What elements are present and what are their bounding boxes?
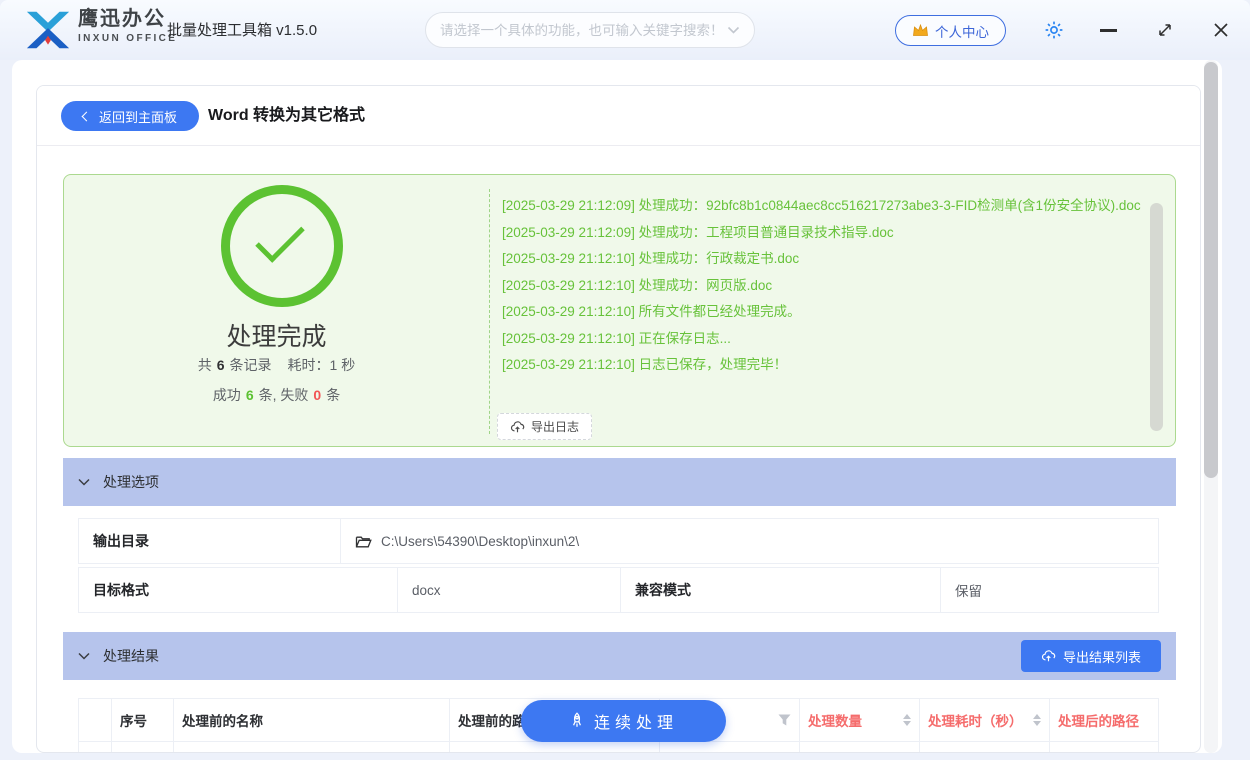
export-log-label: 导出日志	[531, 418, 579, 435]
log-line: [2025-03-29 21:12:10] 日志已保存，处理完毕！	[502, 352, 1147, 379]
log-line: [2025-03-29 21:12:10] 正在保存日志...	[502, 326, 1147, 353]
sort-carets-icon[interactable]	[1033, 714, 1041, 727]
log-line: [2025-03-29 21:12:10] 处理成功：行政裁定书.doc	[502, 246, 1147, 273]
log-line: [2025-03-29 21:12:10] 所有文件都已经处理完成。	[502, 299, 1147, 326]
col-process-time[interactable]: 处理耗时（秒）	[920, 699, 1050, 741]
page-title: Word 转换为其它格式	[208, 86, 365, 146]
brand-name: 鹰迅办公	[78, 9, 177, 29]
total-count: 6	[217, 357, 225, 373]
app-title: 批量处理工具箱 v1.5.0	[167, 0, 317, 62]
success-check-icon	[221, 185, 343, 307]
log-scrollbar-thumb[interactable]	[1150, 203, 1163, 431]
options-section-title: 处理选项	[103, 472, 159, 492]
format-options-row: 目标格式 docx 兼容模式 保留	[78, 567, 1159, 613]
minimize-button[interactable]	[1100, 29, 1117, 32]
export-result-list-button[interactable]: 导出结果列表	[1021, 640, 1161, 672]
chevron-down-icon	[727, 26, 740, 34]
main-content-card: 返回到主面板 Word 转换为其它格式 处理完成 共6条记录耗时：1 秒 成功6…	[12, 60, 1222, 753]
chevron-down-icon	[78, 652, 90, 660]
col-index: 序号	[112, 699, 174, 741]
compat-mode-label: 兼容模式	[621, 567, 941, 613]
maximize-button[interactable]	[1156, 21, 1174, 39]
results-section-header[interactable]: 处理结果 导出结果列表	[63, 632, 1176, 680]
status-title: 处理完成	[64, 317, 489, 353]
output-dir-label: 输出目录	[78, 518, 341, 564]
target-format-value[interactable]: docx	[398, 567, 621, 613]
back-button-label: 返回到主面板	[99, 107, 177, 126]
output-dir-path: C:\Users\54390\Desktop\inxun\2\	[381, 534, 579, 549]
brand-block: 鹰迅办公 INXUN OFFICE	[78, 9, 177, 44]
log-lines: [2025-03-29 21:12:09] 处理成功：92bfc8b1c0844…	[502, 193, 1147, 379]
fail-count: 0	[313, 387, 321, 403]
output-dir-value[interactable]: C:\Users\54390\Desktop\inxun\2\	[341, 518, 1159, 564]
log-line: [2025-03-29 21:12:09] 处理成功：工程项目普通目录技术指导.…	[502, 220, 1147, 247]
target-format-label: 目标格式	[78, 567, 398, 613]
back-to-dashboard-button[interactable]: 返回到主面板	[61, 101, 199, 131]
user-center-button[interactable]: 个人中心	[895, 15, 1006, 46]
success-count: 6	[246, 387, 254, 403]
crown-icon	[912, 24, 929, 37]
settings-gear-icon[interactable]	[1044, 20, 1064, 40]
compat-mode-value[interactable]: 保留	[941, 567, 1159, 613]
export-result-list-label: 导出结果列表	[1063, 647, 1141, 666]
col-process-count[interactable]: 处理数量	[800, 699, 920, 741]
log-line: [2025-03-29 21:12:09] 处理成功：92bfc8b1c0844…	[502, 193, 1147, 220]
user-center-label: 个人中心	[935, 21, 989, 41]
chevron-left-icon	[82, 112, 92, 122]
col-name-before: 处理前的名称	[174, 699, 450, 741]
elapsed-time: 耗时：1 秒	[288, 357, 356, 373]
function-page-panel: 返回到主面板 Word 转换为其它格式 处理完成 共6条记录耗时：1 秒 成功6…	[36, 85, 1201, 753]
cloud-upload-icon	[510, 420, 525, 434]
rocket-icon	[569, 712, 585, 730]
continue-process-label: 连续处理	[594, 709, 678, 733]
search-input[interactable]	[440, 23, 727, 38]
options-section-header[interactable]: 处理选项	[63, 458, 1176, 506]
result-summary-panel: 处理完成 共6条记录耗时：1 秒 成功6条, 失败0条 [2025-03-29 …	[63, 174, 1176, 447]
filter-funnel-icon[interactable]	[778, 714, 791, 726]
process-log-area: [2025-03-29 21:12:09] 处理成功：92bfc8b1c0844…	[489, 189, 1149, 434]
folder-icon	[355, 534, 372, 549]
app-logo-icon	[24, 8, 72, 52]
brand-subtitle: INXUN OFFICE	[78, 34, 177, 44]
function-search-select[interactable]	[425, 12, 755, 48]
col-path-after: 处理后的路径	[1050, 699, 1160, 741]
chevron-down-icon	[78, 478, 90, 486]
log-line: [2025-03-29 21:12:10] 处理成功：网页版.doc	[502, 273, 1147, 300]
total-stats-line: 共6条记录耗时：1 秒	[64, 355, 489, 375]
titlebar: 鹰迅办公 INXUN OFFICE 批量处理工具箱 v1.5.0 个人中心	[0, 0, 1250, 60]
close-button[interactable]	[1211, 20, 1231, 40]
results-section-title: 处理结果	[103, 646, 159, 666]
export-log-button[interactable]: 导出日志	[497, 413, 592, 440]
continue-process-button[interactable]: 连续处理	[521, 700, 726, 742]
output-dir-row: 输出目录 C:\Users\54390\Desktop\inxun\2\	[78, 518, 1159, 564]
col-expander	[79, 699, 112, 741]
cloud-upload-icon	[1041, 649, 1056, 663]
sort-carets-icon[interactable]	[903, 714, 911, 727]
page-scrollbar-thumb[interactable]	[1204, 62, 1218, 478]
page-header: 返回到主面板 Word 转换为其它格式	[37, 86, 1200, 146]
success-fail-line: 成功6条, 失败0条	[64, 385, 489, 405]
table-row	[78, 742, 1159, 753]
